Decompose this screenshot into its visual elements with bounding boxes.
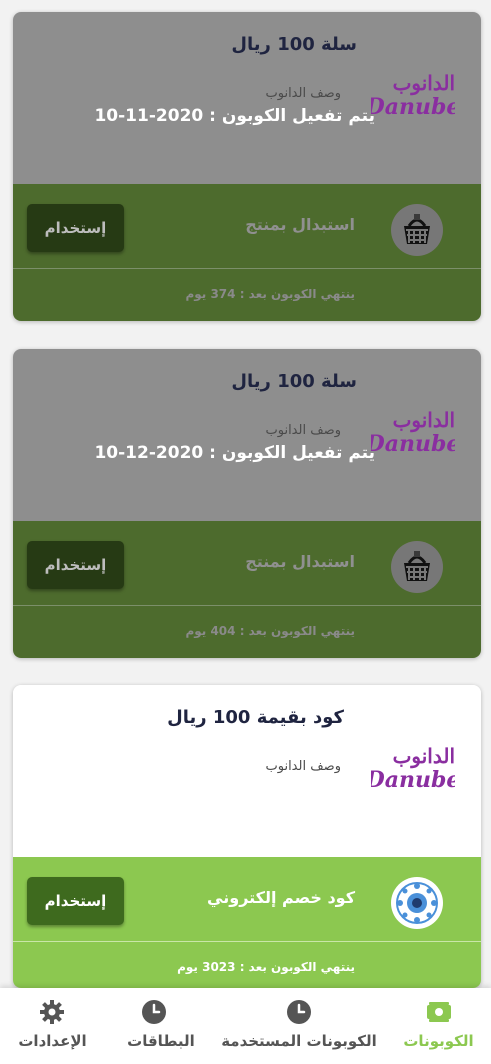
coupon-card[interactable]: سلة 100 ريال وصف الدانوب يتم تفعيل الكوب… — [13, 12, 481, 321]
coupon-card-header: سلة 100 ريال وصف الدانوب يتم تفعيل الكوب… — [13, 12, 481, 184]
bottom-tab-bar: الكوبونات الكوبونات المستخدمة البطاقات ا… — [0, 988, 491, 1064]
use-coupon-button[interactable]: إستخدام — [27, 204, 124, 252]
coupon-expiry: ينتهي الكوبون بعد : 404 يوم — [185, 624, 355, 638]
coupons-screen: سلة 100 ريال وصف الدانوب يتم تفعيل الكوب… — [0, 0, 491, 1064]
svg-text:الدانوب: الدانوب — [393, 71, 455, 96]
coupon-icon — [427, 1002, 451, 1022]
danube-logo: الدانوب Danube — [371, 408, 455, 457]
coupon-title: كود بقيمة 100 ريال — [167, 707, 344, 728]
coupon-card[interactable]: سلة 100 ريال وصف الدانوب يتم تفعيل الكوب… — [13, 349, 481, 658]
coupon-card-footer: استبدال بمنتج إستخدام ينتهي الكوبون بعد … — [13, 184, 481, 321]
tab-label: الكوبونات — [403, 1032, 474, 1050]
tab-coupons[interactable]: الكوبونات — [386, 988, 491, 1064]
coupon-description: وصف الدانوب — [265, 86, 342, 101]
svg-text:Danube: Danube — [371, 94, 455, 120]
tab-settings[interactable]: الإعدادات — [0, 988, 105, 1064]
tab-label: الكوبونات المستخدمة — [221, 1032, 377, 1050]
coupon-title: سلة 100 ريال — [231, 34, 357, 55]
basket-icon — [391, 204, 443, 256]
svg-text:الدانوب: الدانوب — [393, 408, 455, 433]
coupon-card-header: سلة 100 ريال وصف الدانوب يتم تفعيل الكوب… — [13, 349, 481, 521]
svg-text:Danube: Danube — [371, 767, 455, 793]
use-coupon-button[interactable]: إستخدام — [27, 541, 124, 589]
clock-icon — [142, 1000, 166, 1024]
use-coupon-button[interactable]: إستخدام — [27, 877, 124, 925]
coupon-description: وصف الدانوب — [265, 423, 342, 438]
svg-text:الدانوب: الدانوب — [393, 744, 455, 769]
tab-label: الإعدادات — [18, 1032, 87, 1050]
divider — [13, 941, 481, 942]
divider — [13, 268, 481, 269]
coupon-title: سلة 100 ريال — [231, 371, 357, 392]
coupon-card-header: كود بقيمة 100 ريال وصف الدانوب الدانوب D… — [13, 685, 481, 857]
danube-logo: الدانوب Danube — [371, 744, 455, 793]
coupon-type-label: كود خصم إلكتروني — [207, 888, 355, 907]
coupon-activation-date: يتم تفعيل الكوبون : 2020-12-10 — [94, 443, 375, 463]
clock-icon — [287, 1000, 311, 1024]
divider — [13, 605, 481, 606]
coupon-type-label: استبدال بمنتج — [245, 552, 355, 571]
coupon-description: وصف الدانوب — [265, 759, 342, 774]
digital-code-icon — [391, 877, 443, 929]
coupon-card-footer: استبدال بمنتج إستخدام ينتهي الكوبون بعد … — [13, 521, 481, 658]
svg-text:Danube: Danube — [371, 431, 455, 457]
tab-cards[interactable]: البطاقات — [110, 988, 212, 1064]
coupon-card-footer: كود خصم إلكتروني إستخدام ينتهي الكوبون ب… — [13, 857, 481, 988]
basket-icon — [391, 541, 443, 593]
coupon-card[interactable]: كود بقيمة 100 ريال وصف الدانوب الدانوب D… — [13, 685, 481, 988]
coupon-expiry: ينتهي الكوبون بعد : 374 يوم — [185, 287, 355, 301]
coupon-type-label: استبدال بمنتج — [245, 215, 355, 234]
coupon-expiry: ينتهي الكوبون بعد : 3023 يوم — [177, 960, 355, 974]
coupon-activation-date: يتم تفعيل الكوبون : 2020-11-10 — [94, 106, 375, 126]
tab-used-coupons[interactable]: الكوبونات المستخدمة — [212, 988, 386, 1064]
gear-icon — [40, 1000, 64, 1024]
danube-logo: الدانوب Danube — [371, 71, 455, 120]
tab-label: البطاقات — [127, 1032, 195, 1050]
